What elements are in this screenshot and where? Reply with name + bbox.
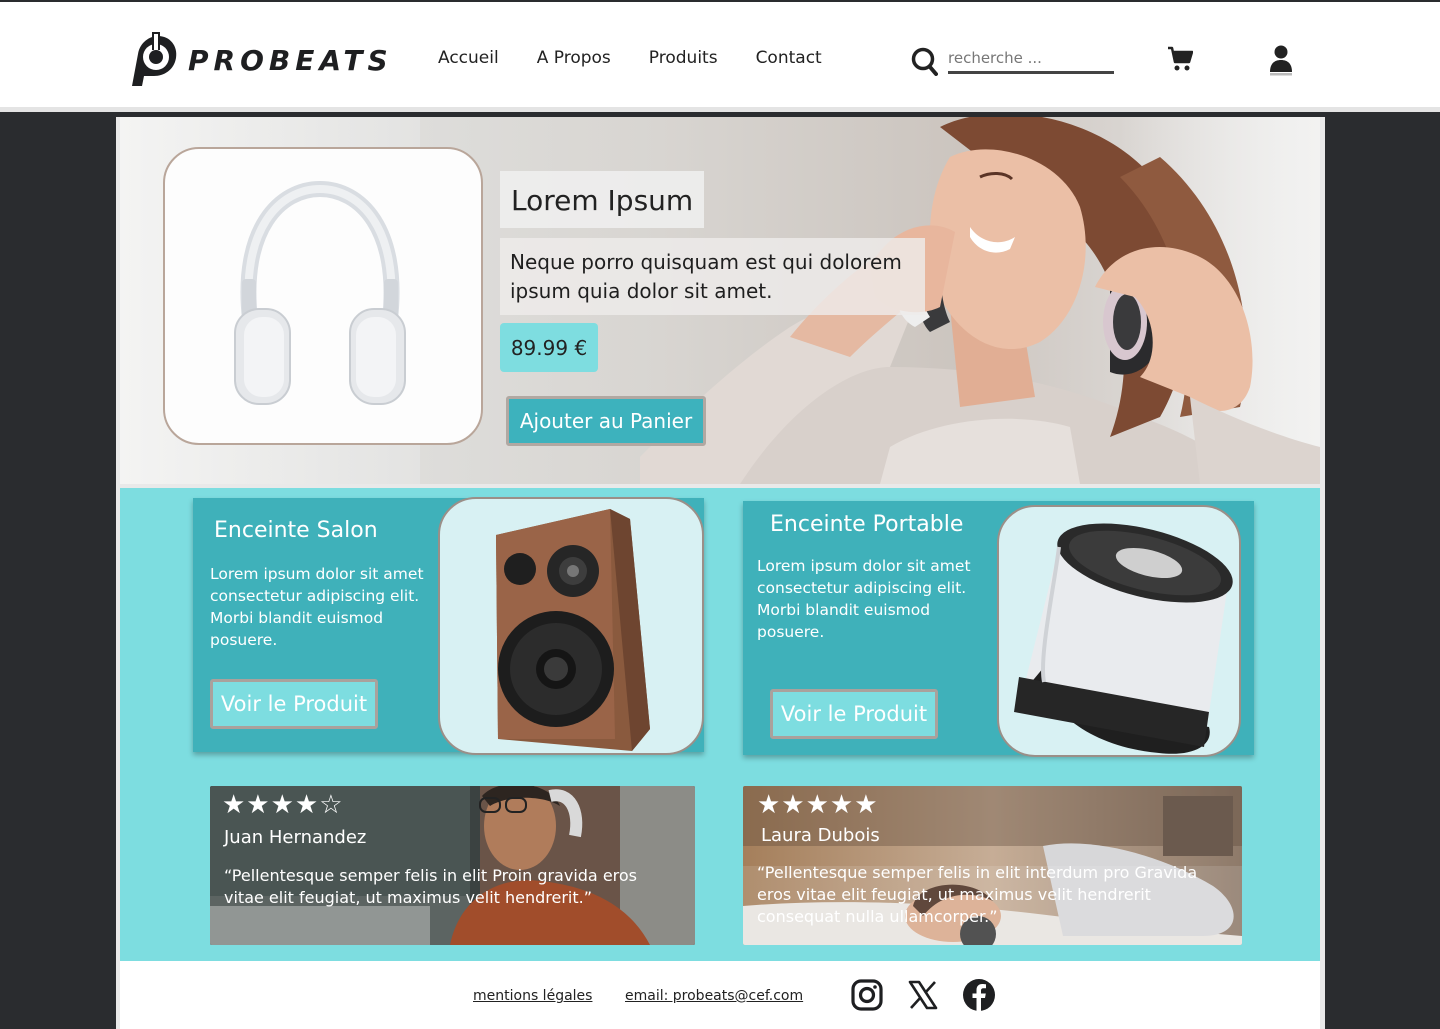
review-card-laura: ★★★★★ Laura Dubois “Pellentesque semper … — [743, 786, 1242, 945]
legal-link[interactable]: mentions légales — [473, 988, 592, 1004]
logo-icon — [132, 32, 177, 86]
reviewer-name: Laura Dubois — [761, 825, 880, 846]
instagram-icon[interactable] — [850, 978, 884, 1012]
nav-link-produits[interactable]: Produits — [649, 48, 718, 68]
review-card-juan: ★★★★☆ Juan Hernandez “Pellentesque sempe… — [210, 786, 695, 945]
review-quote: “Pellentesque semper felis in elit Proin… — [224, 866, 638, 907]
product-name: Enceinte Salon — [214, 518, 378, 543]
hero-description: Neque porro quisquam est qui dolorem ips… — [500, 238, 925, 315]
hero-product-image — [163, 147, 483, 445]
hero-price-badge: 89.99 € — [500, 323, 598, 372]
product-description: Lorem ipsum dolor sit amet consectetur a… — [757, 557, 971, 641]
x-icon[interactable] — [906, 978, 940, 1012]
product-image — [438, 497, 704, 755]
user-icon[interactable] — [1269, 44, 1293, 76]
facebook-icon[interactable] — [962, 978, 996, 1012]
view-product-button[interactable]: Voir le Produit — [770, 689, 938, 739]
view-product-button[interactable]: Voir le Produit — [210, 679, 378, 729]
review-rating: ★★★★☆ — [222, 790, 344, 820]
product-image — [997, 505, 1241, 757]
review-quote: “Pellentesque semper felis in elit inter… — [757, 863, 1198, 926]
add-to-cart-button[interactable]: Ajouter au Panier — [506, 396, 706, 446]
headphones-image — [234, 180, 406, 405]
site-footer: mentions légales email: probeats@cef.com — [120, 961, 1320, 1029]
cart-icon[interactable] — [1167, 46, 1193, 72]
nav-link-contact[interactable]: Contact — [756, 48, 822, 68]
portable-speaker-image — [1014, 523, 1233, 754]
nav-link-a-propos[interactable]: A Propos — [537, 48, 611, 68]
site-header: PROBEATS Accueil A Propos Produits Conta… — [0, 0, 1440, 112]
nav-link-accueil[interactable]: Accueil — [438, 48, 499, 68]
hero-title: Lorem Ipsum — [500, 171, 705, 228]
main-nav: Accueil A Propos Produits Contact — [438, 48, 860, 68]
review-rating: ★★★★★ — [757, 790, 879, 820]
product-card-enceinte-salon: Enceinte Salon Lorem ipsum dolor sit ame… — [193, 497, 704, 755]
search-icon[interactable] — [910, 46, 938, 76]
email-link[interactable]: email: probeats@cef.com — [625, 988, 803, 1004]
bookshelf-speaker-image — [496, 509, 650, 751]
brand-name: PROBEATS — [188, 43, 393, 77]
product-name: Enceinte Portable — [770, 512, 964, 537]
product-description: Lorem ipsum dolor sit amet consectetur a… — [210, 565, 424, 649]
brand-logo[interactable]: PROBEATS — [122, 32, 393, 88]
search-input[interactable] — [948, 44, 1114, 74]
reviewer-name: Juan Hernandez — [224, 827, 367, 848]
products-section: Enceinte Salon Lorem ipsum dolor sit ame… — [120, 488, 1320, 961]
product-card-enceinte-portable: Enceinte Portable Lorem ipsum dolor sit … — [743, 501, 1254, 757]
